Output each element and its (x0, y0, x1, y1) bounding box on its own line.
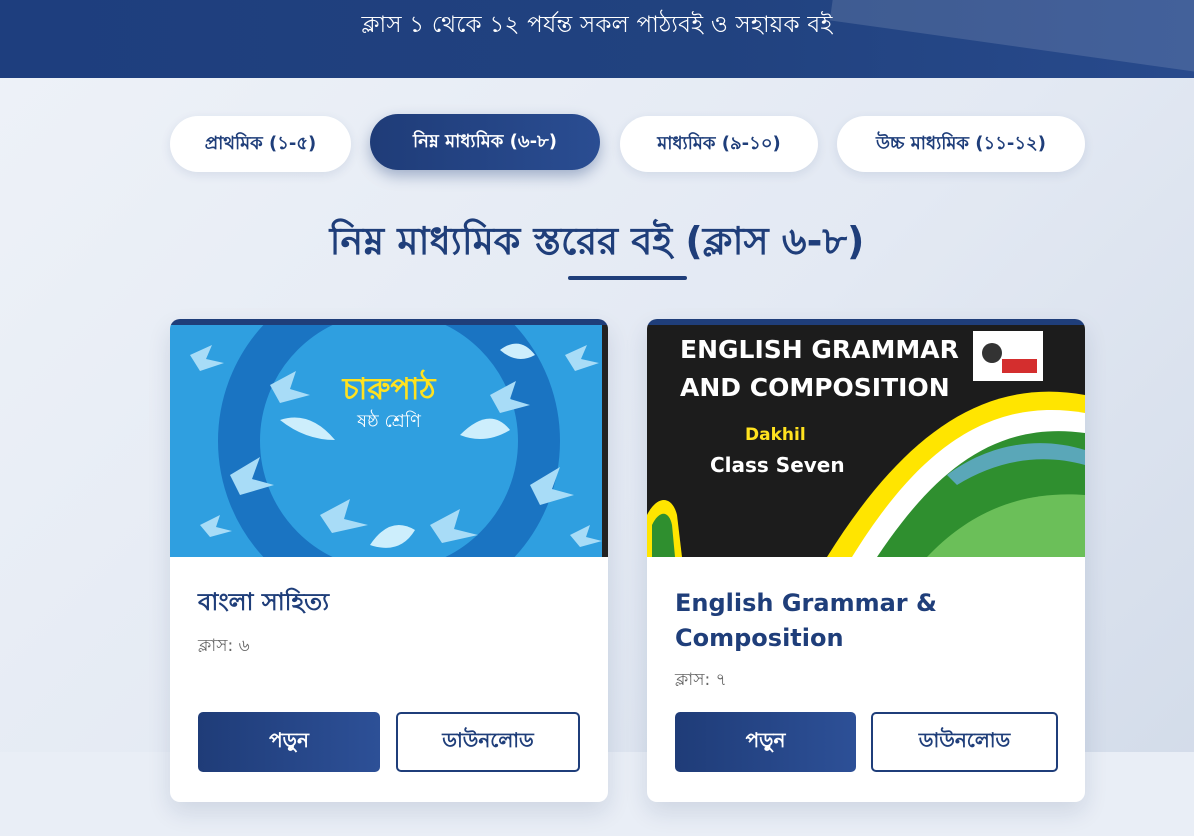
section-title: নিম্ন মাধ্যমিক স্তরের বই (ক্লাস ৬-৮) (329, 219, 865, 263)
download-button[interactable]: ডাউনলোড (871, 712, 1058, 772)
tab-secondary[interactable]: মাধ্যমিক (৯-১০) (620, 116, 818, 172)
read-button[interactable]: পড়ুন (198, 712, 380, 772)
cover-title-line2: AND COMPOSITION (680, 373, 950, 402)
tab-higher-secondary[interactable]: উচ্চ মাধ্যমিক (১১-১২) (837, 116, 1085, 172)
book-card: চারুপাঠ ষষ্ঠ শ্রেণি বাংলা সাহিত্য ক্লাস:… (170, 319, 608, 802)
cover-subtitle: ষষ্ঠ শ্রেণি (357, 411, 421, 432)
level-tabs: প্রাথমিক (১-৫) নিম্ন মাধ্যমিক (৬-৮) মাধ্… (0, 0, 1194, 200)
book-title: বাংলা সাহিত্য (198, 588, 330, 616)
book-card: ENGLISH GRAMMAR AND COMPOSITION Dakhil C… (647, 319, 1085, 802)
tab-lower-secondary[interactable]: নিম্ন মাধ্যমিক (৬-৮) (370, 114, 600, 170)
read-button[interactable]: পড়ুন (675, 712, 856, 772)
book-title: English Grammar & Composition (675, 589, 937, 652)
download-button[interactable]: ডাউনলোড (396, 712, 580, 772)
title-underline (568, 276, 687, 280)
tab-primary[interactable]: প্রাথমিক (১-৫) (170, 116, 351, 172)
book-cover[interactable]: ENGLISH GRAMMAR AND COMPOSITION Dakhil C… (647, 319, 1085, 557)
book-cover[interactable]: চারুপাঠ ষষ্ঠ শ্রেণি (170, 319, 608, 557)
cover-title-line1: ENGLISH GRAMMAR (680, 335, 959, 364)
book-class: ক্লাস: ৭ (675, 670, 727, 690)
cover-class: Class Seven (710, 453, 845, 477)
book-class: ক্লাস: ৬ (198, 636, 250, 656)
cover-tag: Dakhil (745, 425, 806, 445)
